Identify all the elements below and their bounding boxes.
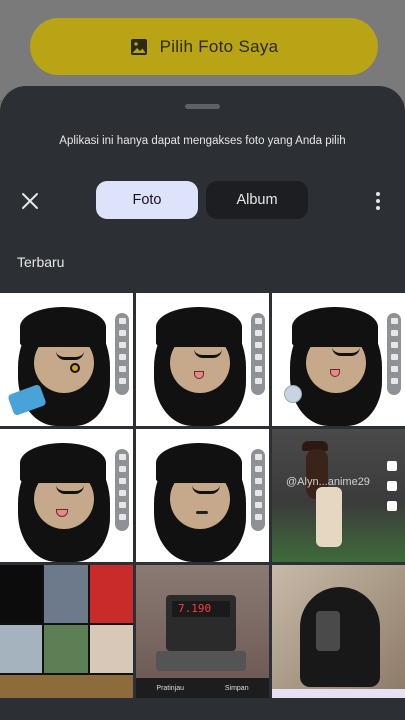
pick-photo-button[interactable]: Pilih Foto Saya xyxy=(30,18,378,75)
video-caption: @Alyn...anime29 xyxy=(286,476,370,488)
photo-thumbnail[interactable] xyxy=(136,429,269,562)
access-notice: Aplikasi ini hanya dapat mengakses foto … xyxy=(59,135,346,147)
photo-thumbnail[interactable]: @Alyn...anime29 xyxy=(272,429,405,562)
tab-foto[interactable]: Foto xyxy=(96,181,198,219)
save-button: Simpan xyxy=(224,684,249,692)
photo-thumbnail[interactable]: 7.190 Pratinjau Simpan xyxy=(136,565,269,698)
tab-album[interactable]: Album xyxy=(206,181,308,219)
photo-thumbnail[interactable] xyxy=(272,565,405,698)
image-icon xyxy=(130,38,147,55)
section-label-recent: Terbaru xyxy=(17,254,65,270)
photo-thumbnail[interactable] xyxy=(136,293,269,426)
close-icon xyxy=(22,193,38,209)
photo-thumbnail[interactable] xyxy=(0,293,133,426)
pick-photo-label: Pilih Foto Saya xyxy=(159,36,279,56)
more-vertical-icon xyxy=(376,192,380,210)
photo-thumbnail[interactable] xyxy=(0,429,133,562)
photo-picker-sheet: Aplikasi ini hanya dapat mengakses foto … xyxy=(0,86,405,720)
photo-thumbnail[interactable] xyxy=(272,293,405,426)
drag-handle[interactable] xyxy=(185,104,220,109)
close-button[interactable] xyxy=(16,187,44,215)
preview-button: Pratinjau xyxy=(156,684,185,692)
more-options-button[interactable] xyxy=(366,187,390,215)
photo-thumbnail[interactable] xyxy=(0,565,133,698)
